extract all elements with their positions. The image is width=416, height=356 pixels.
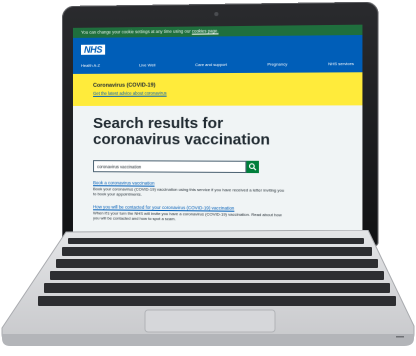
key-row	[50, 271, 384, 280]
search-result: Book a coronavirus vaccination Book your…	[93, 180, 288, 198]
status-light	[396, 336, 404, 338]
laptop: You can change your cookie settings at a…	[0, 0, 416, 356]
search-result: How you will be contacted for your coron…	[93, 204, 288, 222]
cookies-page-link[interactable]: cookies page.	[192, 28, 219, 33]
deck-edge	[2, 334, 414, 346]
alert-title: Coronavirus (COVID-19)	[93, 82, 156, 89]
nav-item-pregnancy[interactable]: Pregnancy	[267, 61, 287, 66]
nav-item-live-well[interactable]: Live Well	[139, 62, 155, 67]
laptop-lid: You can change your cookie settings at a…	[62, 1, 379, 247]
search-icon	[249, 163, 257, 171]
alert-link[interactable]: Get the latest advice about coronavirus	[93, 90, 354, 96]
covid-alert-banner: Coronavirus (COVID-19) Get the latest ad…	[72, 72, 363, 106]
key-row	[68, 238, 364, 244]
site-header: NHS Health A-Z Live Well Care and suppor…	[72, 34, 363, 74]
webcam-icon	[214, 11, 219, 17]
search-form: coronavirus vaccination	[93, 160, 362, 174]
trackpad	[144, 309, 276, 333]
nav-item-nhs-services[interactable]: NHS services	[328, 61, 354, 66]
main-content: Search results for coronavirus vaccinati…	[72, 105, 363, 236]
main-nav: Health A-Z Live Well Care and support Pr…	[81, 61, 354, 68]
result-text: Book your coronavirus (COVID-19) vaccina…	[93, 186, 285, 197]
key-row	[62, 247, 372, 256]
search-button[interactable]	[246, 160, 259, 174]
nhs-logo[interactable]: NHS	[80, 44, 106, 55]
page-title: Search results for coronavirus vaccinati…	[93, 114, 270, 149]
nav-item-health-a-z[interactable]: Health A-Z	[81, 63, 100, 68]
result-text: When it's your turn the NHS will invite …	[93, 210, 282, 222]
key-row	[44, 283, 390, 293]
key-row	[56, 259, 378, 268]
laptop-base	[1, 230, 415, 346]
laptop-screen: You can change your cookie settings at a…	[72, 24, 363, 236]
key-row	[38, 296, 396, 306]
cookie-banner-text: You can change your cookie settings at a…	[80, 28, 192, 35]
nav-item-care-and-support[interactable]: Care and support	[195, 62, 227, 67]
search-input[interactable]: coronavirus vaccination	[93, 160, 247, 174]
